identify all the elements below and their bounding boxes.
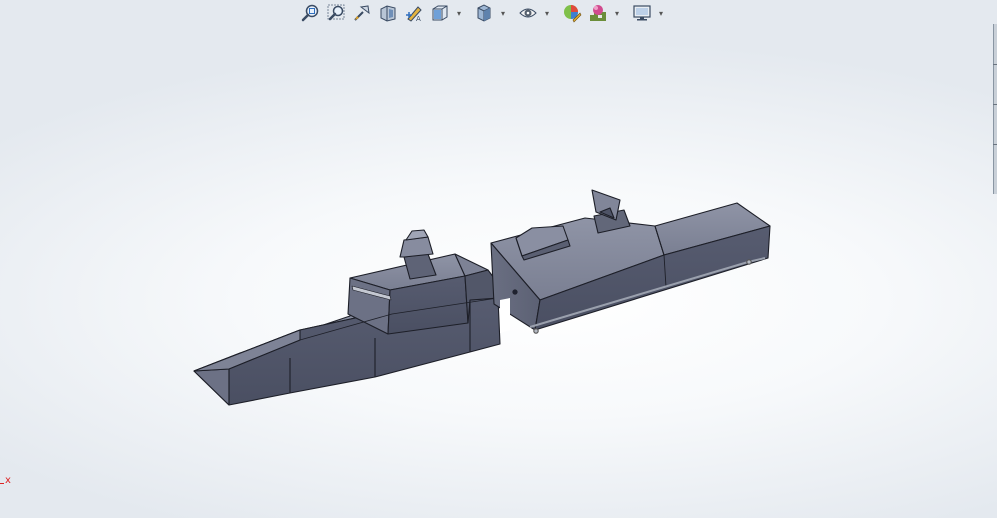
graphics-viewport[interactable]: A ▾ ▾ ▾ ▾ ▾ x <box>0 0 997 518</box>
task-pane-tab-divider <box>993 144 997 145</box>
aft-hull-section[interactable] <box>490 189 771 334</box>
triad-x-label: x <box>5 475 11 486</box>
task-pane-tab-divider <box>993 104 997 105</box>
task-pane-tab-divider <box>993 64 997 65</box>
task-pane-tabs[interactable] <box>993 24 997 194</box>
reference-triad: x <box>0 470 20 494</box>
triad-x-axis <box>0 483 4 484</box>
ship-model[interactable] <box>0 0 997 518</box>
forward-hull-section[interactable] <box>193 229 501 406</box>
